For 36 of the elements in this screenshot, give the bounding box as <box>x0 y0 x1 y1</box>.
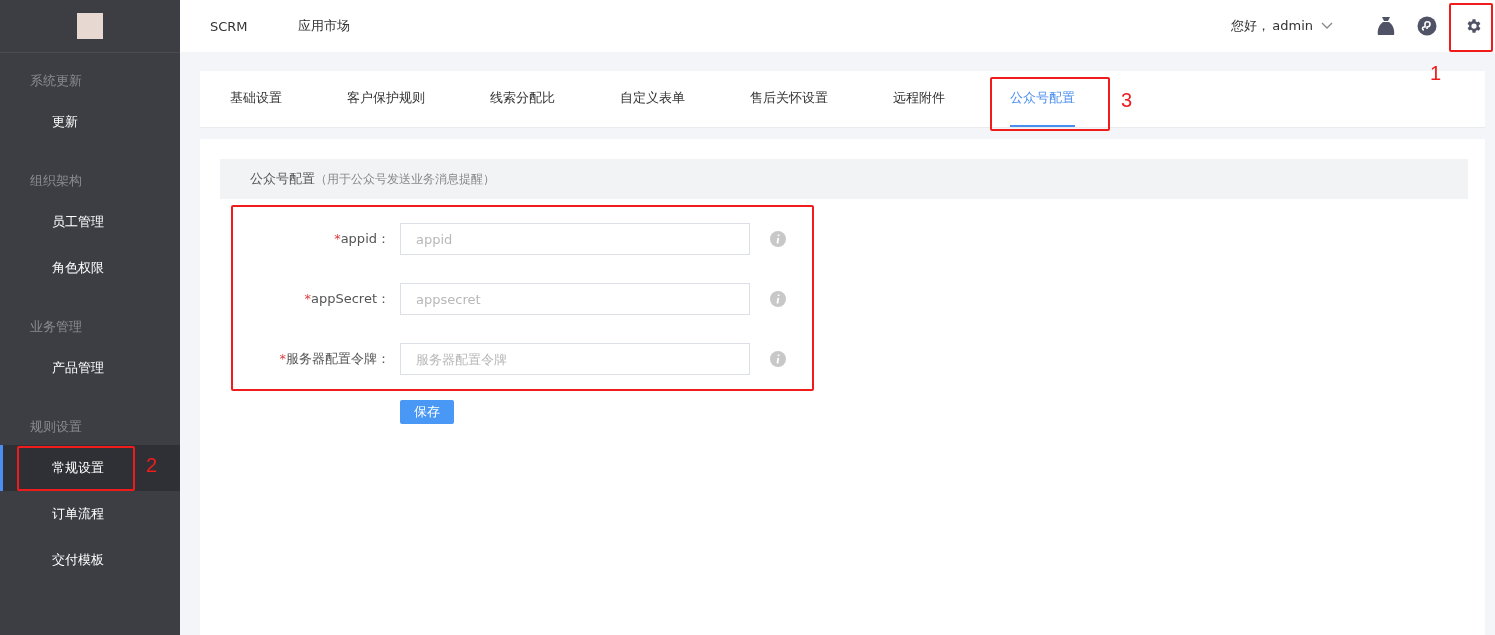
annotation-number: 1 <box>1430 62 1442 85</box>
settings-tab[interactable]: 自定义表单 <box>620 71 685 127</box>
settings-tab[interactable]: 线索分配比 <box>490 71 555 127</box>
sidebar-item[interactable]: 产品管理 <box>0 345 180 391</box>
settings-tab[interactable]: 远程附件 <box>893 71 945 127</box>
annotation-number: 3 <box>1121 89 1133 112</box>
annotation-number: 2 <box>146 454 158 477</box>
settings-icon[interactable] <box>1465 17 1483 35</box>
top-nav-link[interactable]: 应用市场 <box>297 17 350 35</box>
sidebar-group-title: 规则设置 <box>29 418 83 436</box>
input-field[interactable]: appid <box>400 223 750 255</box>
settings-tab[interactable]: 售后关怀设置 <box>750 71 828 127</box>
input-field[interactable]: appsecret <box>400 283 750 315</box>
field-label: *appSecret： <box>303 290 391 308</box>
sidebar-item[interactable]: 交付模板 <box>0 537 180 583</box>
bag-icon[interactable] <box>1377 16 1395 36</box>
settings-tab[interactable]: 客户保护规则 <box>347 71 425 127</box>
sidebar-item[interactable]: 角色权限 <box>0 245 180 291</box>
sidebar-group-title: 系统更新 <box>29 72 83 90</box>
link-circle-icon[interactable] <box>1417 16 1437 36</box>
sidebar-group-title: 业务管理 <box>29 318 83 336</box>
sidebar-item[interactable]: 订单流程 <box>0 491 180 537</box>
section-hint: （用于公众号发送业务消息提醒） <box>315 170 495 188</box>
caret-icon[interactable] <box>1321 22 1333 30</box>
top-nav-link[interactable]: SCRM <box>210 18 248 34</box>
sidebar-item[interactable]: 更新 <box>0 99 180 145</box>
field-label: *服务器配置令牌： <box>278 350 391 368</box>
input-field[interactable]: 服务器配置令牌 <box>400 343 750 375</box>
section-title: 公众号配置 <box>250 170 315 188</box>
sidebar-item[interactable]: 员工管理 <box>0 199 180 245</box>
field-label: *appid： <box>333 230 391 248</box>
settings-tab[interactable]: 基础设置 <box>230 71 282 127</box>
annotation-box <box>1449 3 1493 52</box>
user-greeting[interactable]: 您好，admin <box>1231 17 1313 35</box>
sidebar-group-title: 组织架构 <box>29 172 83 190</box>
avatar-image <box>77 13 103 39</box>
